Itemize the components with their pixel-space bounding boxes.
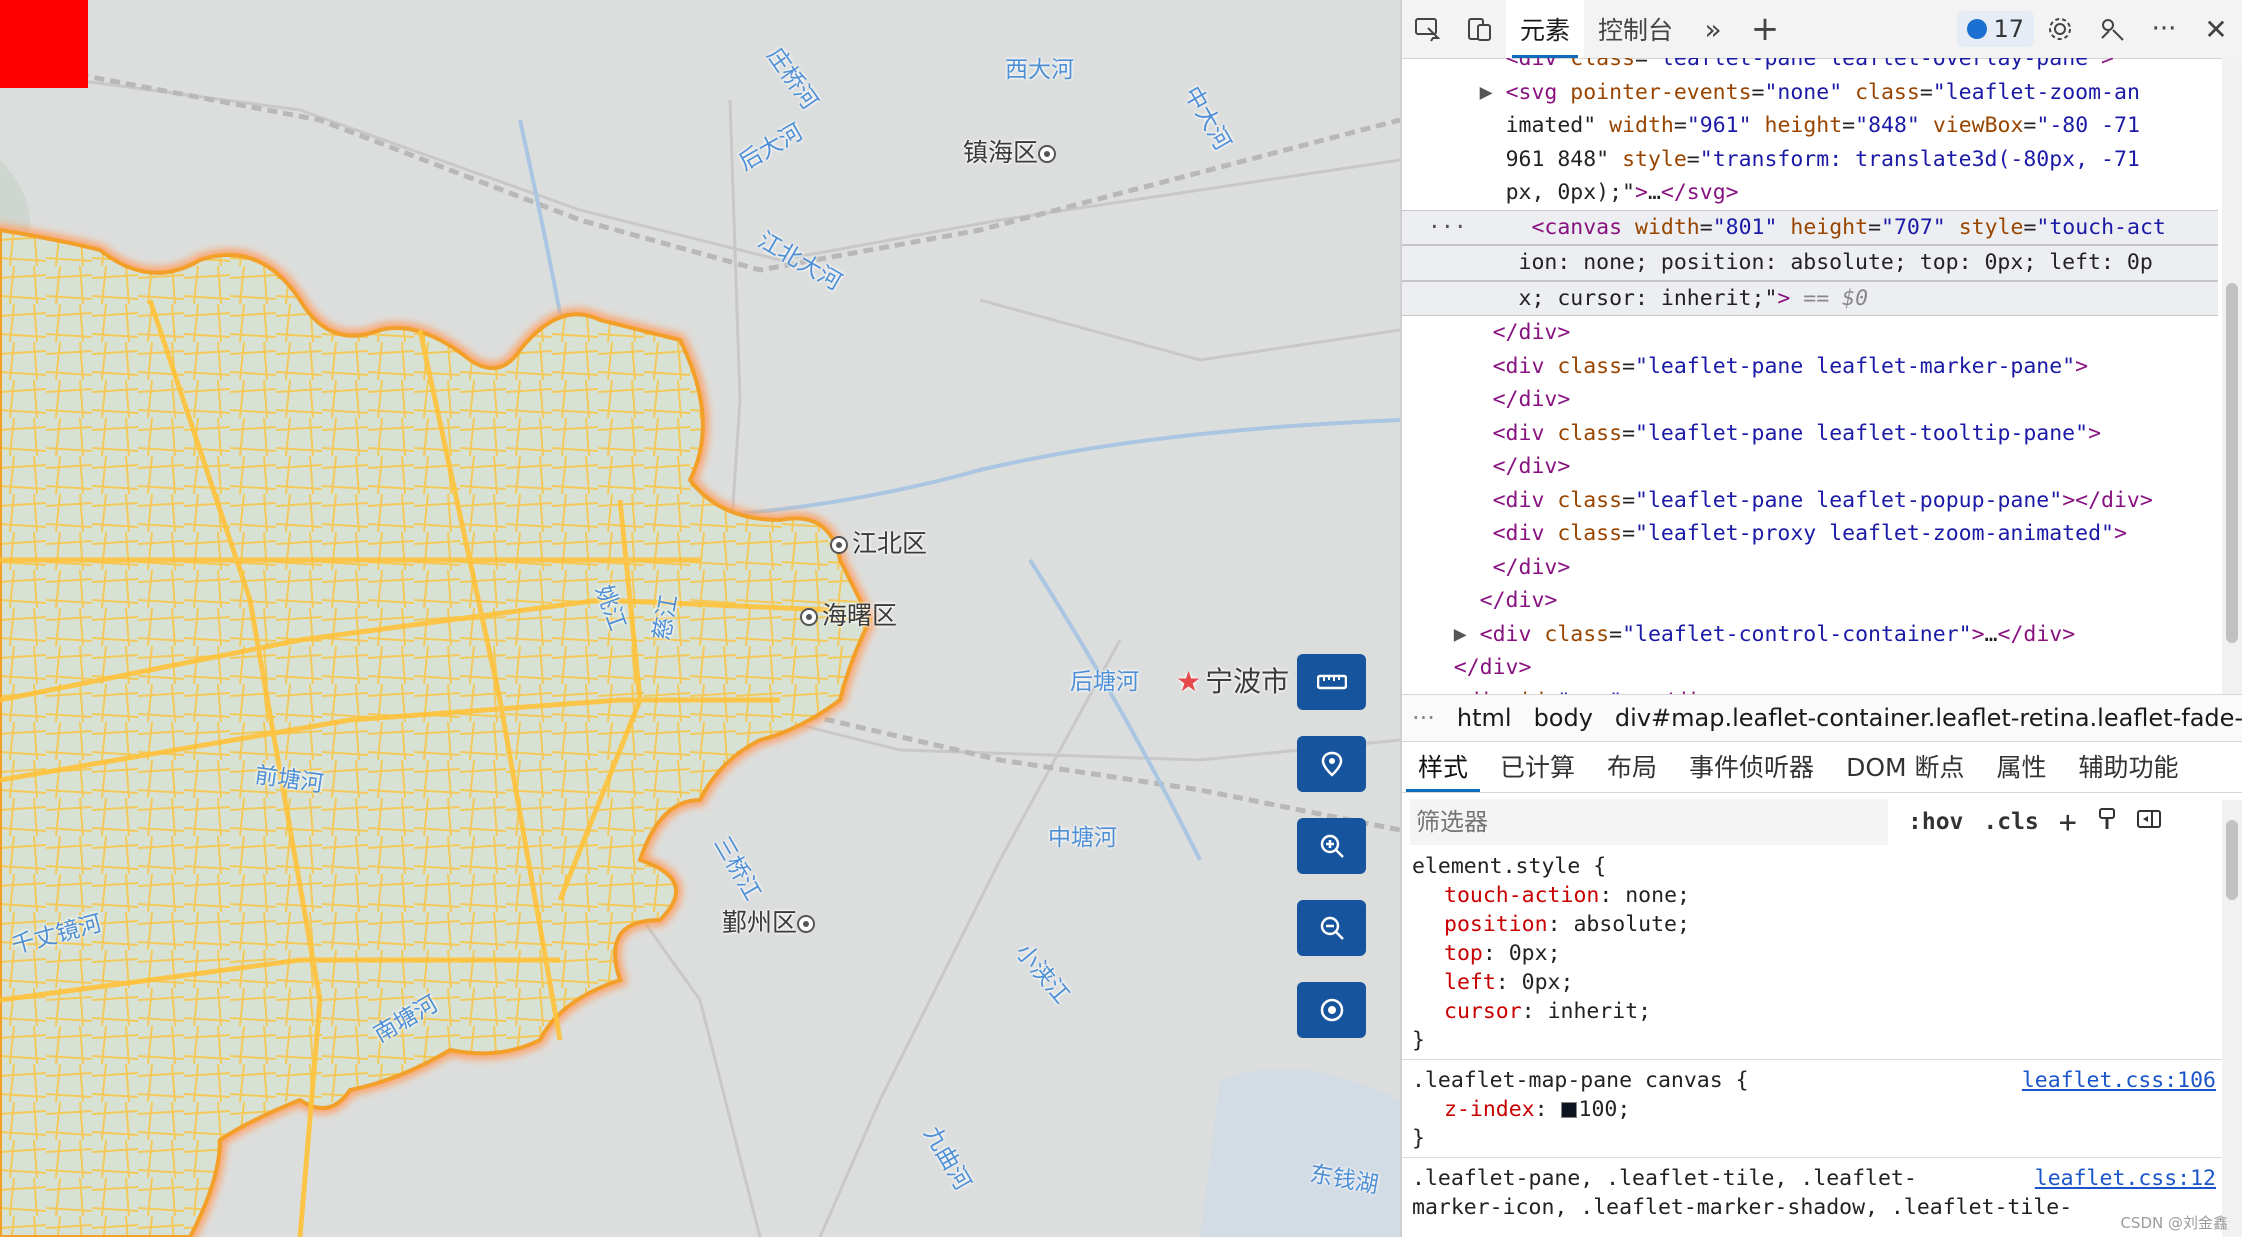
dom-node-line[interactable]: <div class="leaflet-pane leaflet-popup-p… — [1402, 484, 2218, 518]
dom-node-line[interactable]: <div class="leaflet-pane leaflet-tooltip… — [1402, 417, 2218, 451]
dom-node-line[interactable]: </div> — [1402, 551, 2218, 585]
location-button[interactable] — [1297, 736, 1366, 792]
rule-close-brace: } — [1412, 1028, 1425, 1053]
source-link[interactable]: leaflet.css:106 — [2022, 1066, 2216, 1095]
tab-console[interactable]: 控制台 — [1584, 0, 1687, 58]
style-property[interactable]: touch-action: none; — [1412, 881, 2222, 910]
location-pin-icon — [1321, 751, 1342, 777]
watermark: CSDN @刘金鑫 — [2120, 1214, 2228, 1232]
styles-panel-tabs: 样式 已计算 布局 事件侦听器 DOM 断点 属性 辅助功能 — [1402, 740, 2242, 793]
dom-node-line[interactable]: px, 0px);">…</svg> — [1402, 176, 2218, 210]
label-haishu: 海曙区 — [800, 596, 897, 632]
tab-accessibility[interactable]: 辅助功能 — [2063, 740, 2195, 792]
filter-row: :hov .cls + — [1402, 796, 2242, 848]
dom-tree[interactable]: <div class="leaflet-pane leaflet-overlay… — [1402, 58, 2218, 694]
zoom-in-icon — [1320, 834, 1344, 858]
label-yinzhou: 鄞州区 — [722, 903, 819, 939]
more-tabs-chevron-icon[interactable]: » — [1687, 3, 1739, 55]
label-ningbo-city: ★ 宁波市 — [1176, 665, 1290, 698]
style-property[interactable]: left: 0px; — [1412, 968, 2222, 997]
dom-node-line[interactable]: 961 848" style="transform: translate3d(-… — [1402, 143, 2218, 177]
dom-node-line[interactable]: </div> — [1402, 383, 2218, 417]
locate-button[interactable] — [1297, 982, 1366, 1038]
breadcrumb-body[interactable]: body — [1534, 704, 1593, 732]
dom-node-line[interactable]: <div class="leaflet-pane leaflet-overlay… — [1402, 58, 2218, 76]
toggle-sidebar-icon[interactable] — [2136, 809, 2161, 835]
color-swatch[interactable] — [1560, 1102, 1577, 1118]
tab-dom-breakpoints[interactable]: DOM 断点 — [1830, 740, 1980, 792]
map-container[interactable]: 镇海区 江北区 海曙区 鄞州区 ★ 宁波市 西大河 庄桥河 后大河 中大河 姚江 … — [0, 0, 1400, 1237]
red-marker-square — [0, 0, 88, 88]
style-property[interactable]: top: 0px; — [1412, 939, 2222, 968]
target-icon — [1320, 998, 1343, 1022]
element-style-selector: element.style { — [1412, 854, 1607, 879]
river-label: 中塘河 — [1048, 825, 1117, 851]
tab-elements[interactable]: 元素 — [1506, 0, 1585, 58]
leaflet-map-pane-canvas-rule[interactable]: .leaflet-map-pane canvas { leaflet.css:1… — [1402, 1066, 2222, 1158]
paint-brush-icon[interactable] — [2097, 807, 2117, 837]
element-style-rule[interactable]: element.style { touch-action: none; posi… — [1402, 852, 2222, 1060]
close-icon[interactable]: ✕ — [2190, 3, 2242, 55]
customize-icon[interactable] — [2086, 3, 2138, 55]
label-jiangbei: 江北区 — [830, 524, 927, 560]
issues-count: 17 — [1993, 15, 2024, 43]
dom-node-selected-canvas[interactable]: ··· <canvas width="801" height="707" sty… — [1402, 209, 2218, 245]
devtools-panel: 元素 控制台 » + 17 ··· ✕ <div class="leaflet-… — [1400, 0, 2242, 1237]
leaflet-pane-rule[interactable]: .leaflet-pane, .leaflet-tile, .leaflet- … — [1402, 1164, 2222, 1226]
dom-node-line[interactable]: ▶ <div class="leaflet-control-container"… — [1402, 618, 2218, 652]
dom-node-selected-canvas[interactable]: ion: none; position: absolute; top: 0px;… — [1402, 245, 2218, 281]
dom-node-line[interactable]: </div> — [1402, 316, 2218, 350]
dom-node-line[interactable]: <div class="leaflet-proxy leaflet-zoom-a… — [1402, 517, 2218, 551]
breadcrumb: ··· html body div#map.leaflet-container.… — [1402, 694, 2242, 742]
dom-node-line[interactable]: ▶ <svg pointer-events="none" class="leaf… — [1402, 76, 2218, 110]
chat-bubble-icon — [1967, 19, 1988, 39]
zoom-out-button[interactable] — [1297, 900, 1366, 956]
dom-node-selected-canvas[interactable]: x; cursor: inherit;"> == $0 — [1402, 280, 2218, 316]
style-property[interactable]: position: absolute; — [1412, 910, 2222, 939]
dom-node-line[interactable]: imated" width="961" height="848" viewBox… — [1402, 109, 2218, 143]
tab-computed[interactable]: 已计算 — [1484, 740, 1591, 792]
rule-close-brace: } — [1412, 1126, 1425, 1151]
zoom-in-button[interactable] — [1297, 818, 1366, 874]
dom-node-line[interactable]: <div class="leaflet-pane leaflet-marker-… — [1402, 350, 2218, 384]
river-label: 西大河 — [1005, 57, 1074, 83]
dom-node-line[interactable]: ▶ <div id="app">…</div> — [1402, 685, 2218, 695]
tab-layout[interactable]: 布局 — [1591, 740, 1673, 792]
styles-filter-input[interactable] — [1410, 799, 1888, 845]
dom-tree-scrollbar[interactable] — [2222, 58, 2242, 694]
style-property[interactable]: z-index: 100; — [1412, 1095, 2222, 1124]
inspect-element-icon[interactable] — [1402, 3, 1454, 55]
more-options-icon[interactable]: ··· — [2138, 3, 2190, 55]
ruler-icon — [1316, 674, 1347, 690]
hov-toggle[interactable]: :hov — [1908, 809, 1963, 835]
styles-pane[interactable]: element.style { touch-action: none; posi… — [1402, 852, 2222, 1237]
tab-event-listeners[interactable]: 事件侦听器 — [1673, 740, 1830, 792]
label-zhenhai: 镇海区 — [963, 133, 1060, 169]
source-link[interactable]: leaflet.css:12 — [2035, 1164, 2216, 1193]
devtools-toolbar: 元素 控制台 » + 17 ··· ✕ — [1402, 0, 2242, 59]
dom-node-line[interactable]: </div> — [1402, 584, 2218, 618]
dom-node-line[interactable]: </div> — [1402, 651, 2218, 685]
zoom-out-icon — [1320, 916, 1344, 940]
rule-selector-continued: marker-icon, .leaflet-marker-shadow, .le… — [1412, 1195, 2073, 1220]
issues-badge[interactable]: 17 — [1957, 11, 2034, 47]
tab-styles[interactable]: 样式 — [1402, 740, 1484, 792]
breadcrumb-map-div[interactable]: div#map.leaflet-container.leaflet-retina… — [1615, 704, 2242, 732]
measure-button[interactable] — [1297, 654, 1366, 710]
new-rule-plus-icon[interactable]: + — [2059, 805, 2077, 840]
device-emulation-icon[interactable] — [1454, 3, 1506, 55]
add-tab-plus-icon[interactable]: + — [1739, 3, 1791, 55]
cls-toggle[interactable]: .cls — [1983, 809, 2038, 835]
river-label: 后塘河 — [1070, 669, 1139, 695]
dom-node-line[interactable]: </div> — [1402, 450, 2218, 484]
breadcrumb-more[interactable]: ··· — [1412, 704, 1435, 732]
map-base-tiles[interactable] — [0, 0, 1400, 1237]
style-property[interactable]: cursor: inherit; — [1412, 997, 2222, 1026]
tab-properties[interactable]: 属性 — [1981, 740, 2063, 792]
settings-gear-icon[interactable] — [2034, 3, 2086, 55]
breadcrumb-html[interactable]: html — [1457, 704, 1512, 732]
styles-scrollbar[interactable] — [2222, 800, 2242, 1237]
